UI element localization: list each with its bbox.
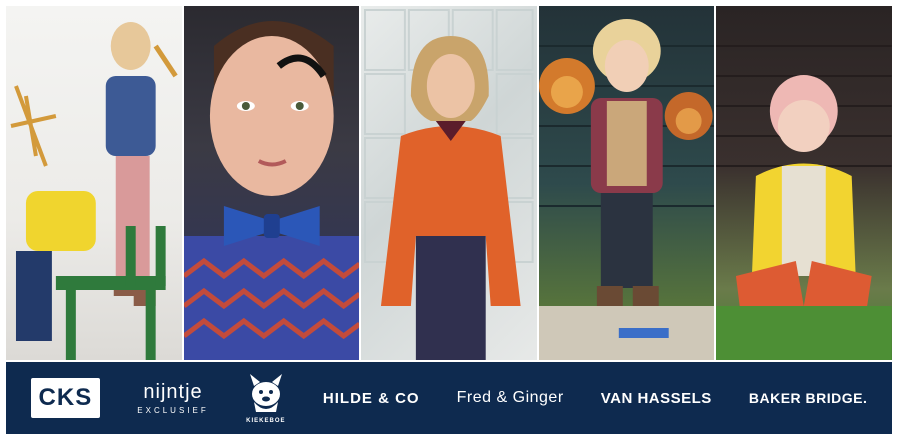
brand-nijntje-logo: nijntje EXCLUSIEF xyxy=(137,381,208,415)
brand-van-hassels-logo: VAN HASSELS xyxy=(600,389,712,407)
baby-in-yellow-cardigan-photo xyxy=(716,45,892,360)
brand-nijntje-subtitle: EXCLUSIEF xyxy=(137,406,209,415)
brand-nijntje-name: nijntje xyxy=(143,381,203,403)
boy-with-lion-masks-photo xyxy=(538,19,715,360)
brand-hilde-co-logo: HILDE & CO xyxy=(322,389,420,407)
photo-baby-yellow xyxy=(716,6,892,360)
boy-with-bow-tie-photo xyxy=(183,21,360,360)
banner: CKS nijntje EXCLUSIEF KIEKEBOE HILDE & C… xyxy=(6,6,892,434)
photo-strip xyxy=(6,6,892,360)
photo-boy-bowtie xyxy=(183,6,360,360)
photo-girl-orange xyxy=(361,6,537,360)
brand-kiekeboe-logo: KIEKEBOE xyxy=(246,372,286,424)
brand-fred-ginger-logo: Fred & Ginger xyxy=(456,389,564,406)
photo-boy-lions xyxy=(538,6,715,360)
girl-in-orange-sweater-photo xyxy=(364,9,534,360)
photo-girl-on-chair xyxy=(6,6,182,360)
brand-cks-logo: CKS xyxy=(30,378,101,418)
kiekeboe-mascot-icon xyxy=(249,374,282,412)
girl-on-green-chair-photo xyxy=(10,22,178,360)
brand-kiekeboe-name: KIEKEBOE xyxy=(246,418,286,424)
brand-logo-bar: CKS nijntje EXCLUSIEF KIEKEBOE HILDE & C… xyxy=(6,362,892,434)
brand-baker-bridge-logo: BAKER BRIDGE. xyxy=(748,390,868,406)
